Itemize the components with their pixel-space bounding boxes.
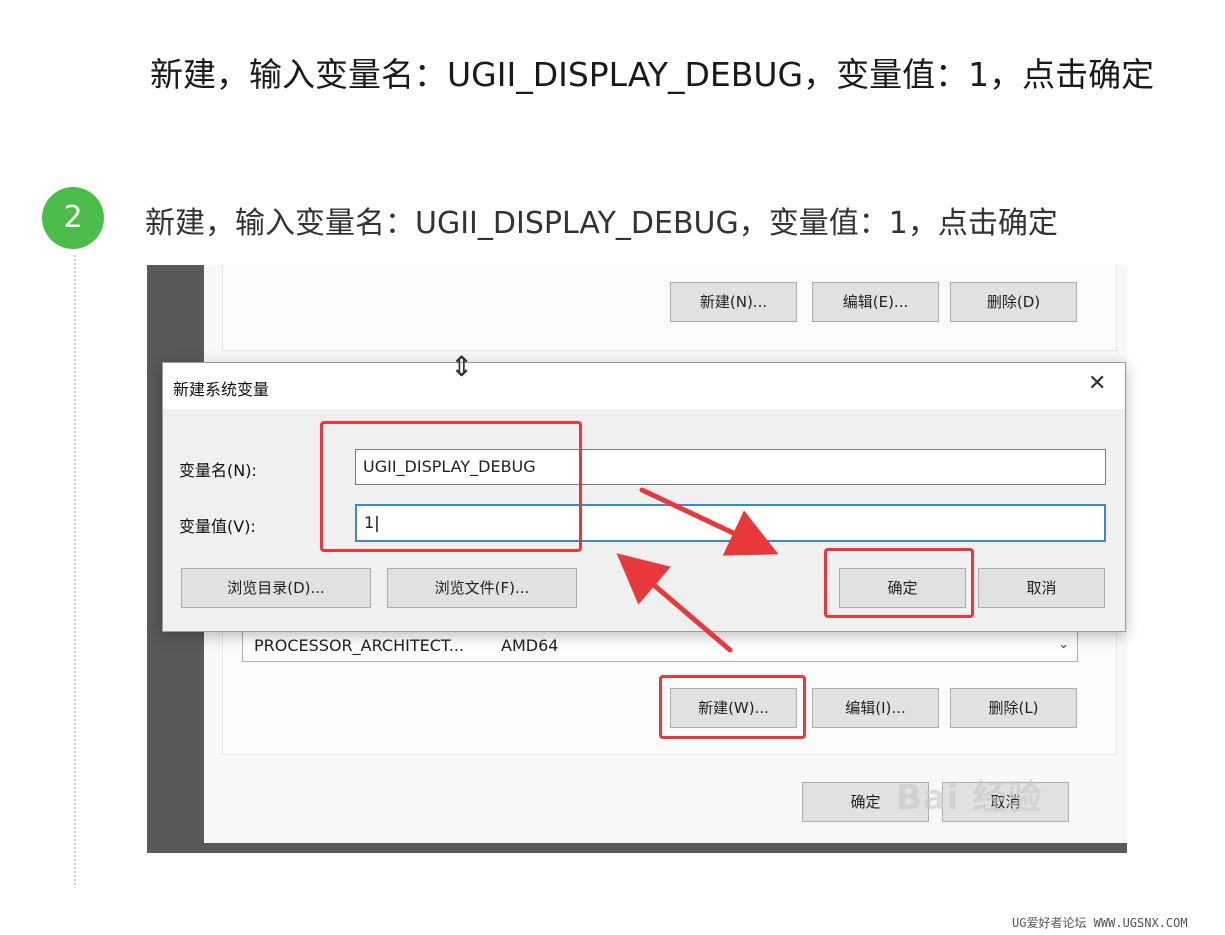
footer-credit: UG爱好者论坛 WWW.UGSNX.COM xyxy=(1012,916,1188,930)
arrow-to-inputs-icon xyxy=(616,553,733,653)
arrow-to-ok-icon xyxy=(639,487,779,556)
baidu-watermark: Bai 经验 xyxy=(896,778,1043,818)
